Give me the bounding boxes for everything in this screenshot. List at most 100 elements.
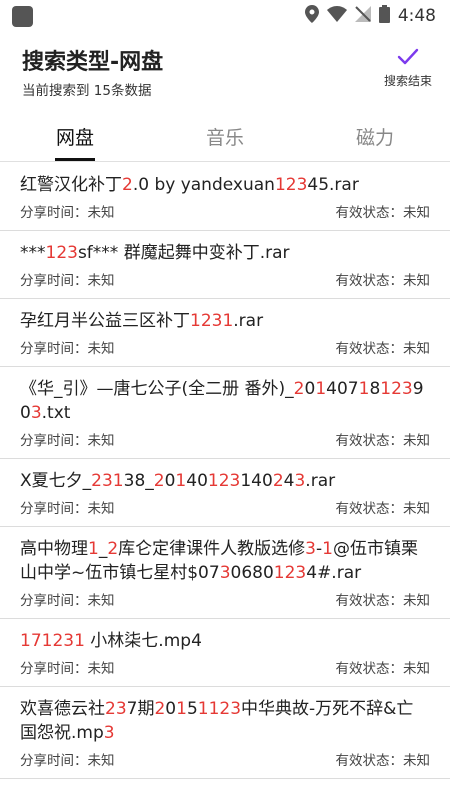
keyword-highlight: 1 xyxy=(175,471,187,491)
list-item[interactable]: 《华_引》—唐七公子(全二册 番外)_20140718123903.txt 分享… xyxy=(0,367,450,459)
end-search-label: 搜索结束 xyxy=(383,74,432,88)
validity-status: 有效状态：未知 xyxy=(335,593,431,609)
keyword-highlight: 123 xyxy=(380,379,413,399)
validity-status: 有效状态：未知 xyxy=(335,661,431,677)
list-item[interactable]: ***123sf*** 群魔起舞中变补丁.rar 分享时间：未知 有效状态：未知 xyxy=(0,231,450,299)
file-name: X夏七夕_23138_20140123140243.rar xyxy=(20,469,430,493)
title-text: .txt xyxy=(41,403,71,423)
title-text: 4 xyxy=(326,379,337,399)
list-item[interactable]: 欢喜德云社237期20151123中华典故-万死不辞&亡国怨祝.mp3 分享时间… xyxy=(0,687,450,779)
title-text: 0 xyxy=(165,699,177,719)
keyword-highlight: 3 xyxy=(103,723,115,743)
tab-indicator xyxy=(55,158,95,161)
keyword-highlight: 123 xyxy=(207,471,241,491)
title-text: .rar xyxy=(305,471,336,491)
title-text: 库仑定律课件人教版选修 xyxy=(118,539,306,559)
status-bar: 4:48 xyxy=(0,0,450,32)
keyword-highlight: 1231 xyxy=(190,311,234,331)
keyword-highlight: 2 xyxy=(122,175,133,195)
title-text: 0 xyxy=(304,379,316,399)
keyword-highlight: 2 xyxy=(272,471,284,491)
keyword-highlight: 2 xyxy=(107,539,119,559)
tab-music[interactable]: 音乐 xyxy=(150,112,300,161)
keyword-highlight: 1 xyxy=(88,539,99,559)
result-count: 当前搜索到 15条数据 xyxy=(22,83,152,99)
end-search-button[interactable]: 搜索结束 xyxy=(380,48,436,94)
title-text: 高中物理 xyxy=(20,539,88,559)
status-icons: 4:48 xyxy=(304,5,436,27)
file-name: 《华_引》—唐七公子(全二册 番外)_20140718123903.txt xyxy=(20,377,430,425)
title-text: .rar xyxy=(233,311,264,331)
keyword-highlight: 3 xyxy=(219,563,231,583)
title-text: .0 by yandexuan xyxy=(132,175,275,195)
keyword-highlight: 123 xyxy=(273,563,307,583)
list-item[interactable]: 孕红月半公益三区补丁1231.rar 分享时间：未知 有效状态：未知 xyxy=(0,299,450,367)
keyword-highlight: 171231 xyxy=(20,631,85,651)
tab-label: 磁力 xyxy=(355,127,394,149)
share-time: 分享时间：未知 xyxy=(20,433,115,449)
title-text: 7期 xyxy=(126,699,155,719)
list-item[interactable]: 高中物理1_2库仑定律课件人教版选修3-1@伍市镇栗山中学~伍市镇七星村$073… xyxy=(0,527,450,619)
tab-bar: 网盘 音乐 磁力 xyxy=(0,112,450,162)
title-text: 小林柒七.mp4 xyxy=(84,631,202,651)
list-item[interactable]: 171231 小林柒七.mp4 分享时间：未知 有效状态：未知 xyxy=(0,619,450,687)
share-time: 分享时间：未知 xyxy=(20,501,115,517)
page-title: 搜索类型-网盘 xyxy=(22,50,164,75)
title-text: 45.rar xyxy=(307,175,359,195)
title-text: 40 xyxy=(186,471,208,491)
title-text: 3 xyxy=(123,471,135,491)
title-text: 4 xyxy=(283,471,295,491)
keyword-highlight: 1123 xyxy=(197,699,242,719)
no-signal-icon xyxy=(354,6,371,26)
tab-magnet[interactable]: 磁力 xyxy=(300,112,450,161)
title-text: X夏七夕_ xyxy=(20,471,92,491)
share-time: 分享时间：未知 xyxy=(20,341,115,357)
clock: 4:48 xyxy=(397,6,436,26)
validity-status: 有效状态：未知 xyxy=(335,753,431,769)
list-item[interactable]: X夏七夕_23138_20140123140243.rar 分享时间：未知 有效状… xyxy=(0,459,450,527)
validity-status: 有效状态：未知 xyxy=(335,273,431,289)
file-name: 高中物理1_2库仑定律课件人教版选修3-1@伍市镇栗山中学~伍市镇七星村$073… xyxy=(20,537,430,585)
title-text: 07 xyxy=(336,379,359,399)
title-text: 5 xyxy=(186,699,198,719)
title-text: 0 xyxy=(164,471,176,491)
keyword-highlight: 1 xyxy=(315,379,327,399)
title-text: *** xyxy=(20,243,46,263)
keyword-highlight: 3 xyxy=(294,471,306,491)
title-text: 8_ xyxy=(134,471,154,491)
keyword-highlight: 2 xyxy=(153,471,165,491)
file-name: ***123sf*** 群魔起舞中变补丁.rar xyxy=(20,241,430,265)
tab-label: 网盘 xyxy=(55,127,94,149)
validity-status: 有效状态：未知 xyxy=(335,501,431,517)
validity-status: 有效状态：未知 xyxy=(335,433,431,449)
keyword-highlight: 2 xyxy=(293,379,305,399)
list-item[interactable]: 红警汉化补丁2.0 by yandexuan12345.rar 分享时间：未知 有… xyxy=(0,163,450,231)
share-time: 分享时间：未知 xyxy=(20,661,115,677)
title-text: 红警汉化补丁 xyxy=(20,175,122,195)
share-time: 分享时间：未知 xyxy=(20,593,115,609)
tab-netdisk[interactable]: 网盘 xyxy=(0,112,150,161)
battery-icon xyxy=(378,5,390,27)
file-name: 欢喜德云社237期20151123中华典故-万死不辞&亡国怨祝.mp3 xyxy=(20,697,430,745)
share-time: 分享时间：未知 xyxy=(20,753,115,769)
results-list[interactable]: 红警汉化补丁2.0 by yandexuan12345.rar 分享时间：未知有… xyxy=(0,163,450,800)
keyword-highlight: 3 xyxy=(305,539,316,559)
keyword-highlight: 23 xyxy=(105,699,127,719)
title-text: 欢喜德云社 xyxy=(20,699,105,719)
keyword-highlight: 2 xyxy=(154,699,166,719)
share-time: 分享时间：未知 xyxy=(20,205,115,221)
wifi-icon xyxy=(326,6,347,26)
keyword-highlight: 231 xyxy=(91,471,124,491)
keyword-highlight: 3 xyxy=(30,403,42,423)
title-text: 1 xyxy=(240,471,252,491)
title-text: 0680 xyxy=(230,563,274,583)
tab-label: 音乐 xyxy=(205,127,244,149)
app-bar: 搜索类型-网盘 当前搜索到 15条数据 搜索结束 xyxy=(0,32,450,112)
title-text: 孕红月半公益三区补丁 xyxy=(20,311,190,331)
keyword-highlight: 1 xyxy=(322,539,333,559)
validity-status: 有效状态：未知 xyxy=(335,205,431,221)
keyword-highlight: 123 xyxy=(45,243,78,263)
validity-status: 有效状态：未知 xyxy=(335,341,431,357)
file-name: 171231 小林柒七.mp4 xyxy=(20,629,430,653)
title-text: 8 xyxy=(369,379,381,399)
